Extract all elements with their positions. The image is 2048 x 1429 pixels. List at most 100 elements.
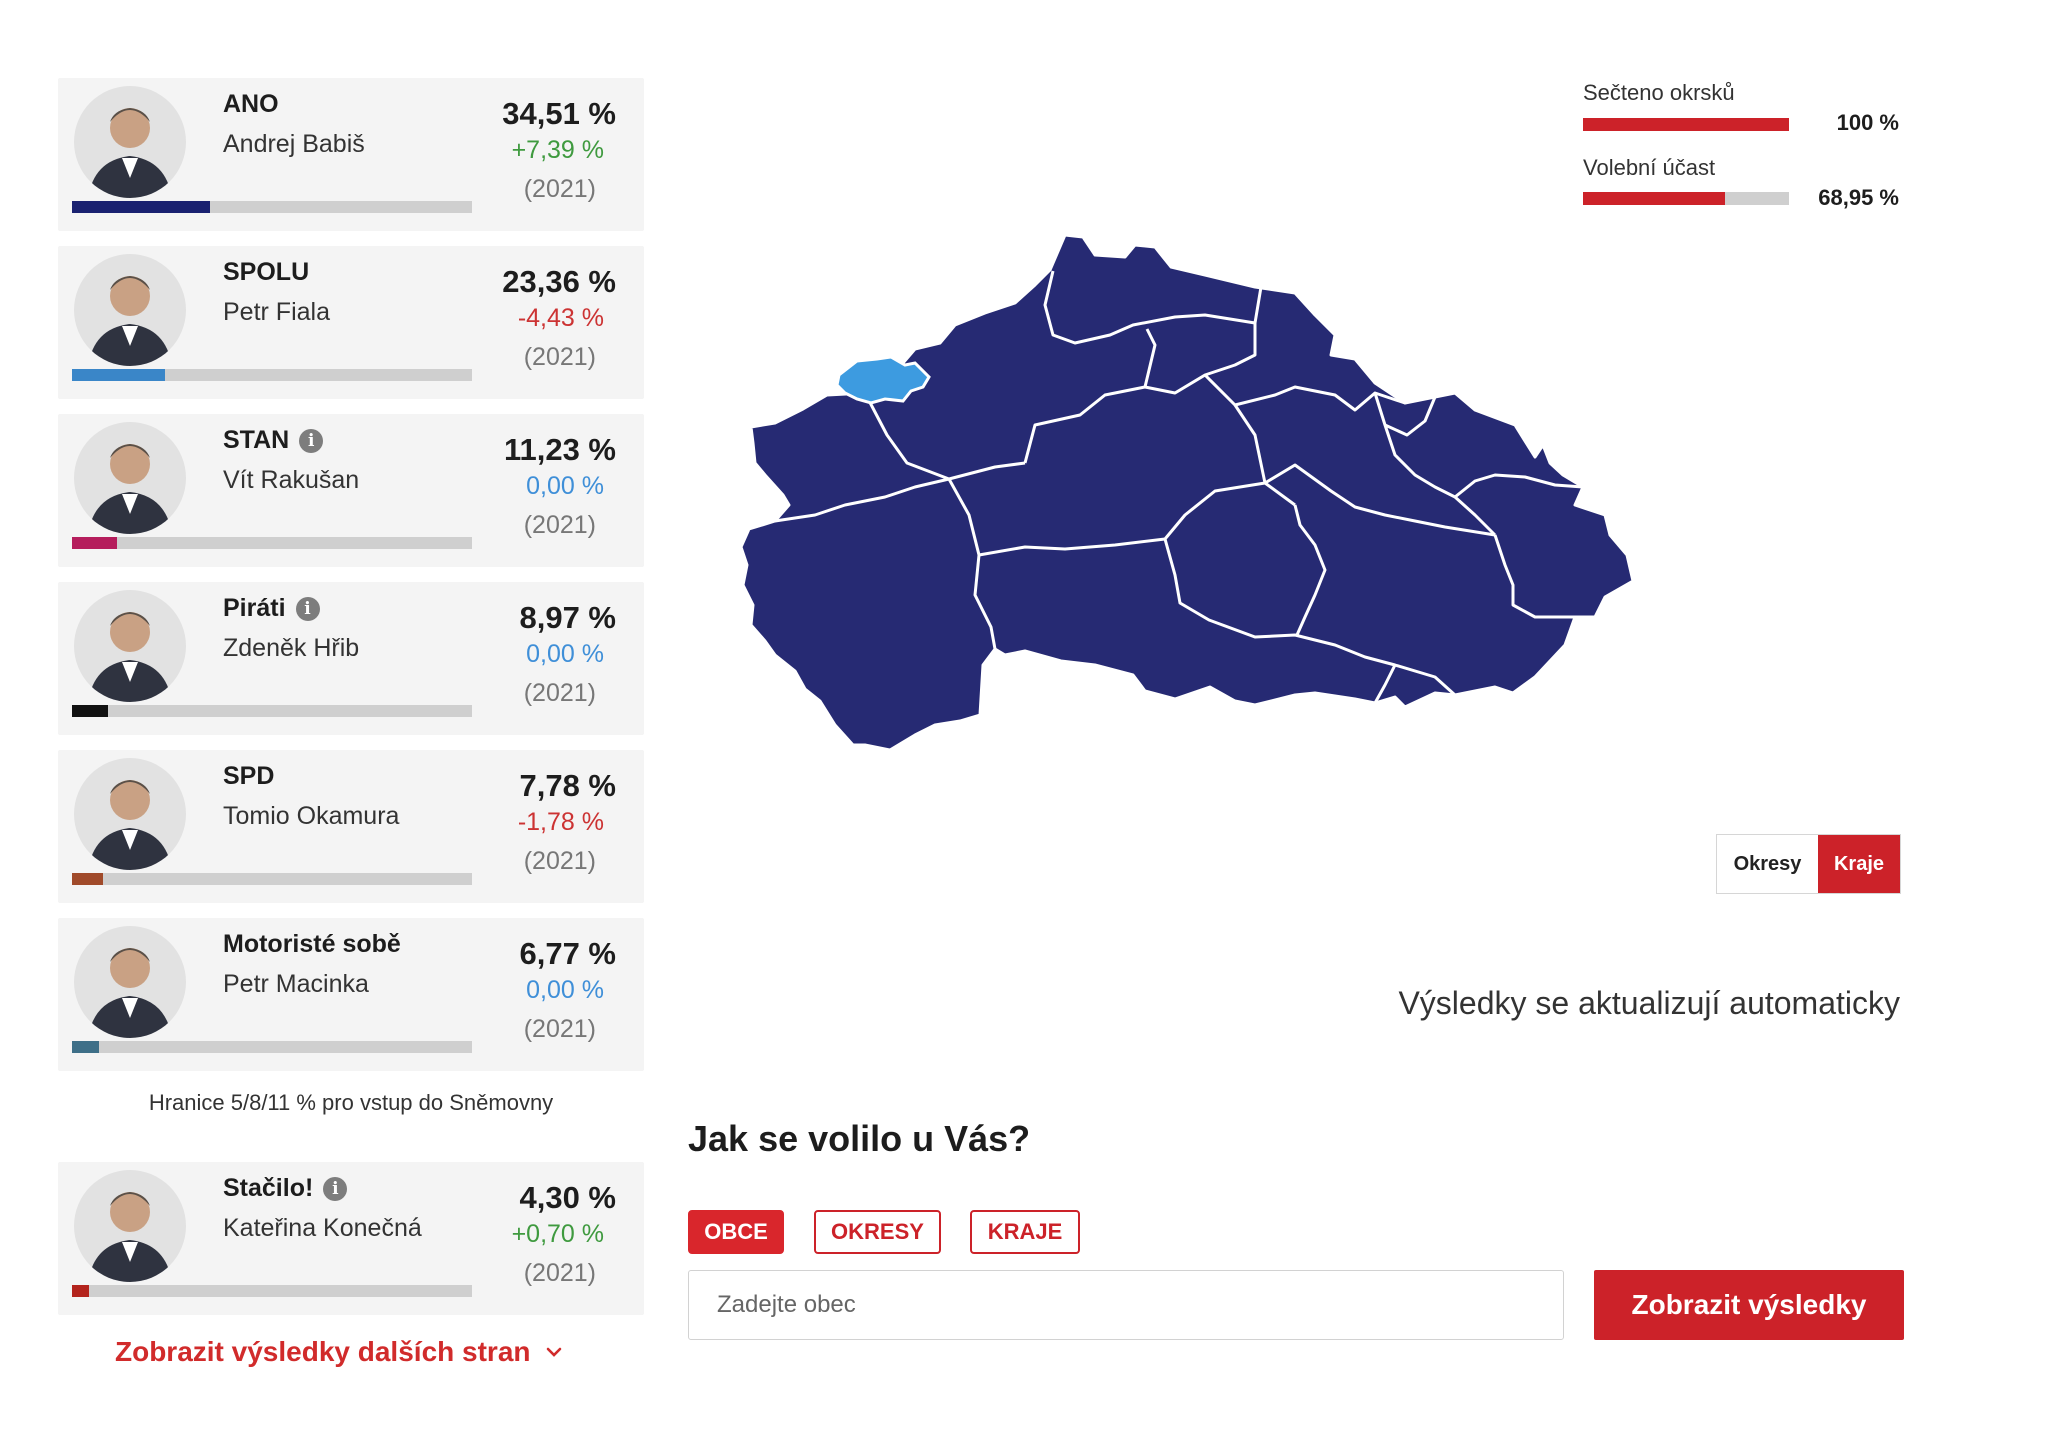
leader-photo — [74, 590, 186, 702]
info-icon[interactable]: i — [295, 596, 320, 621]
leader-name: Kateřina Konečná — [223, 1214, 422, 1242]
vote-change: 0,00 % — [526, 976, 604, 1004]
auto-update-note: Výsledky se aktualizují automaticky — [1398, 985, 1900, 1021]
filter-districts[interactable]: OKRESY — [814, 1210, 941, 1254]
vote-share-bar — [72, 1041, 472, 1053]
party-name: STAN i — [223, 426, 324, 455]
party-card-1[interactable]: SPOLU Petr Fiala 23,36 % -4,43 % (2021) — [58, 246, 644, 399]
counted-bar — [1583, 118, 1789, 131]
vote-change: 0,00 % — [526, 640, 604, 668]
leader-name: Petr Fiala — [223, 298, 330, 326]
leader-photo — [74, 86, 186, 198]
party-card-3[interactable]: Piráti i Zdeněk Hřib 8,97 % 0,00 % (2021… — [58, 582, 644, 735]
leader-name: Tomio Okamura — [223, 802, 400, 830]
comparison-year: (2021) — [523, 847, 596, 875]
person-avatar-icon — [88, 444, 172, 534]
party-name: SPOLU — [223, 258, 309, 287]
leader-name: Vít Rakušan — [223, 466, 360, 494]
vote-share-fill — [72, 873, 104, 885]
czech-regions-map[interactable] — [735, 225, 1855, 875]
vote-share-fill — [72, 201, 211, 213]
vote-percentage: 8,97 % — [519, 600, 616, 635]
leader-photo — [74, 422, 186, 534]
leader-photo — [74, 254, 186, 366]
local-results-heading: Jak se volilo u Vás? — [688, 1118, 1031, 1159]
vote-percentage: 4,30 % — [519, 1180, 616, 1215]
map-region-czech-republic[interactable] — [739, 233, 1635, 752]
vote-percentage: 23,36 % — [502, 264, 616, 299]
vote-percentage: 11,23 % — [503, 432, 616, 467]
comparison-year: (2021) — [523, 679, 596, 707]
leader-name: Andrej Babiš — [223, 130, 365, 158]
party-card-5[interactable]: Motoristé sobě Petr Macinka 6,77 % 0,00 … — [58, 918, 644, 1071]
turnout-label: Volební účast — [1583, 155, 1716, 180]
party-name-label: Piráti — [223, 594, 286, 622]
party-card-2[interactable]: STAN i Vít Rakušan 11,23 % 0,00 % (2021) — [58, 414, 644, 567]
vote-change: 0,00 % — [526, 472, 604, 500]
vote-share-bar — [72, 1285, 472, 1297]
party-name: Stačilo! i — [223, 1174, 348, 1203]
party-name-label: SPD — [223, 762, 275, 790]
info-icon[interactable]: i — [323, 1176, 348, 1201]
party-name: ANO — [223, 90, 279, 119]
person-avatar-icon — [88, 612, 172, 702]
party-card-0[interactable]: ANO Andrej Babiš 34,51 % +7,39 % (2021) — [58, 78, 644, 231]
filter-municipalities[interactable]: OBCE — [688, 1210, 784, 1254]
vote-share-bar — [72, 537, 472, 549]
turnout-bar-fill — [1583, 192, 1726, 205]
turnout-bar — [1583, 192, 1789, 205]
party-name: Piráti i — [223, 594, 320, 623]
counted-label: Sečteno okrsků — [1583, 80, 1735, 105]
party-card-6[interactable]: Stačilo! i Kateřina Konečná 4,30 % +0,70… — [58, 1162, 644, 1315]
vote-change: +7,39 % — [511, 136, 604, 164]
toggle-districts[interactable]: Okresy — [1717, 835, 1818, 893]
comparison-year: (2021) — [523, 1259, 596, 1287]
more-parties-link[interactable]: Zobrazit výsledky dalších stran — [115, 1336, 563, 1368]
map-level-toggle[interactable]: Okresy Kraje — [1716, 834, 1901, 894]
leader-name: Petr Macinka — [223, 970, 369, 998]
vote-percentage: 34,51 % — [502, 96, 616, 131]
more-parties-label: Zobrazit výsledky dalších stran — [115, 1336, 531, 1367]
leader-photo — [74, 1170, 186, 1282]
party-name-label: ANO — [223, 90, 279, 118]
show-results-button[interactable]: Zobrazit výsledky — [1594, 1270, 1904, 1340]
vote-change: -4,43 % — [517, 304, 604, 332]
counted-bar-fill — [1583, 118, 1789, 131]
party-name-label: STAN — [223, 426, 290, 454]
vote-change: +0,70 % — [511, 1220, 604, 1248]
counted-value: 100 % — [1836, 110, 1899, 135]
vote-share-fill — [72, 705, 108, 717]
leader-photo — [74, 758, 186, 870]
toggle-regions[interactable]: Kraje — [1818, 835, 1900, 893]
leader-name: Zdeněk Hřib — [223, 634, 360, 662]
leader-photo — [74, 926, 186, 1038]
person-avatar-icon — [88, 948, 172, 1038]
municipality-search-input[interactable] — [688, 1270, 1564, 1340]
person-avatar-icon — [88, 780, 172, 870]
party-card-4[interactable]: SPD Tomio Okamura 7,78 % -1,78 % (2021) — [58, 750, 644, 903]
comparison-year: (2021) — [523, 343, 596, 371]
vote-share-fill — [72, 369, 166, 381]
vote-share-bar — [72, 705, 472, 717]
vote-share-fill — [72, 1041, 100, 1053]
filter-regions[interactable]: KRAJE — [970, 1210, 1080, 1254]
person-avatar-icon — [88, 108, 172, 198]
person-avatar-icon — [88, 276, 172, 366]
person-avatar-icon — [88, 1192, 172, 1282]
party-name-label: Motoristé sobě — [223, 930, 401, 958]
vote-share-bar — [72, 369, 472, 381]
party-name-label: Stačilo! — [223, 1174, 314, 1202]
comparison-year: (2021) — [523, 1015, 596, 1043]
party-name: Motoristé sobě — [223, 930, 401, 959]
info-icon[interactable]: i — [299, 428, 324, 453]
threshold-note: Hranice 5/8/11 % pro vstup do Sněmovny — [148, 1090, 554, 1115]
vote-change: -1,78 % — [517, 808, 604, 836]
party-name-label: SPOLU — [223, 258, 310, 286]
vote-share-fill — [72, 537, 117, 549]
party-name: SPD — [223, 762, 274, 791]
vote-percentage: 7,78 % — [519, 768, 616, 803]
comparison-year: (2021) — [523, 511, 596, 539]
vote-share-fill — [72, 1285, 90, 1297]
vote-percentage: 6,77 % — [519, 936, 616, 971]
comparison-year: (2021) — [523, 175, 596, 203]
